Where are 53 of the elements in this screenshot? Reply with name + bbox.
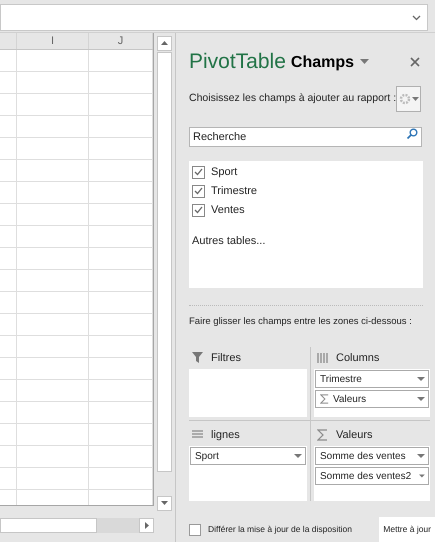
- field-checkbox[interactable]: [192, 204, 205, 217]
- drop-zone[interactable]: Trimestre Valeurs: [314, 369, 430, 417]
- scroll-down-button[interactable]: [157, 496, 172, 511]
- triangle-right-icon: [144, 522, 148, 529]
- drop-zone[interactable]: Sport: [189, 446, 307, 501]
- field-chip[interactable]: Somme des ventes: [315, 447, 429, 465]
- area-title: lignes: [211, 428, 240, 443]
- update-button[interactable]: Mettre à jour: [379, 517, 435, 542]
- caret-down-icon: [294, 454, 302, 458]
- caret-down-icon: [417, 377, 425, 381]
- triangle-up-icon: [161, 41, 168, 46]
- field-checkbox[interactable]: [192, 184, 205, 198]
- panel-title: PivotTable: [189, 51, 286, 72]
- settings-button[interactable]: [396, 86, 421, 112]
- sigma-icon: [317, 429, 328, 441]
- field-chip[interactable]: Valeurs: [315, 390, 429, 408]
- area-title: Valeurs: [336, 428, 372, 443]
- field-checkbox[interactable]: [192, 166, 205, 179]
- caret-down-icon: [417, 454, 425, 458]
- field-label: Ventes: [211, 203, 245, 218]
- caret-down-icon: [412, 96, 419, 101]
- column-header[interactable]: J: [118, 32, 124, 50]
- field-label: Sport: [211, 165, 238, 180]
- caret-down-icon: [417, 397, 425, 401]
- triangle-down-icon: [161, 501, 168, 506]
- field-chip[interactable]: Sport: [190, 447, 306, 465]
- search-field[interactable]: Recherche: [189, 126, 422, 147]
- search-icon: [406, 128, 418, 140]
- settings-icon: [398, 92, 411, 105]
- more-tables-link[interactable]: Autres tables...: [192, 232, 266, 250]
- caret-down-icon[interactable]: [360, 59, 370, 64]
- horizontal-scrollbar-thumb[interactable]: [0, 518, 97, 533]
- chevron-down-icon[interactable]: [412, 14, 421, 20]
- field-chip[interactable]: Somme des ventes2: [315, 467, 429, 485]
- filter-icon: [192, 352, 203, 364]
- close-icon[interactable]: [410, 56, 420, 67]
- scroll-right-button[interactable]: [139, 518, 154, 533]
- sigma-icon: [320, 394, 329, 404]
- drop-zone[interactable]: Somme des ventes Somme des ventes2: [314, 446, 430, 501]
- panel-subtitle: Champs: [290, 54, 354, 71]
- defer-checkbox[interactable]: [189, 524, 201, 536]
- field-chip[interactable]: Trimestre: [315, 370, 429, 388]
- area-title: Columns: [336, 350, 380, 366]
- caret-down-icon: [419, 474, 425, 478]
- column-header[interactable]: I: [50, 32, 54, 50]
- scroll-up-button[interactable]: [157, 36, 172, 51]
- prompt-text: Choisissez les champs à ajouter au rapport :: [189, 90, 396, 106]
- columns-icon: [317, 352, 328, 364]
- drag-hint: Faire glisser les champs entre les zones ci-dessous :: [189, 314, 412, 329]
- scrollbar-thumb[interactable]: [157, 52, 172, 472]
- defer-label: Différer la mise à jour de la disposition: [208, 523, 352, 536]
- field-label: Trimestre: [211, 184, 258, 199]
- area-title: Filtres: [211, 350, 241, 366]
